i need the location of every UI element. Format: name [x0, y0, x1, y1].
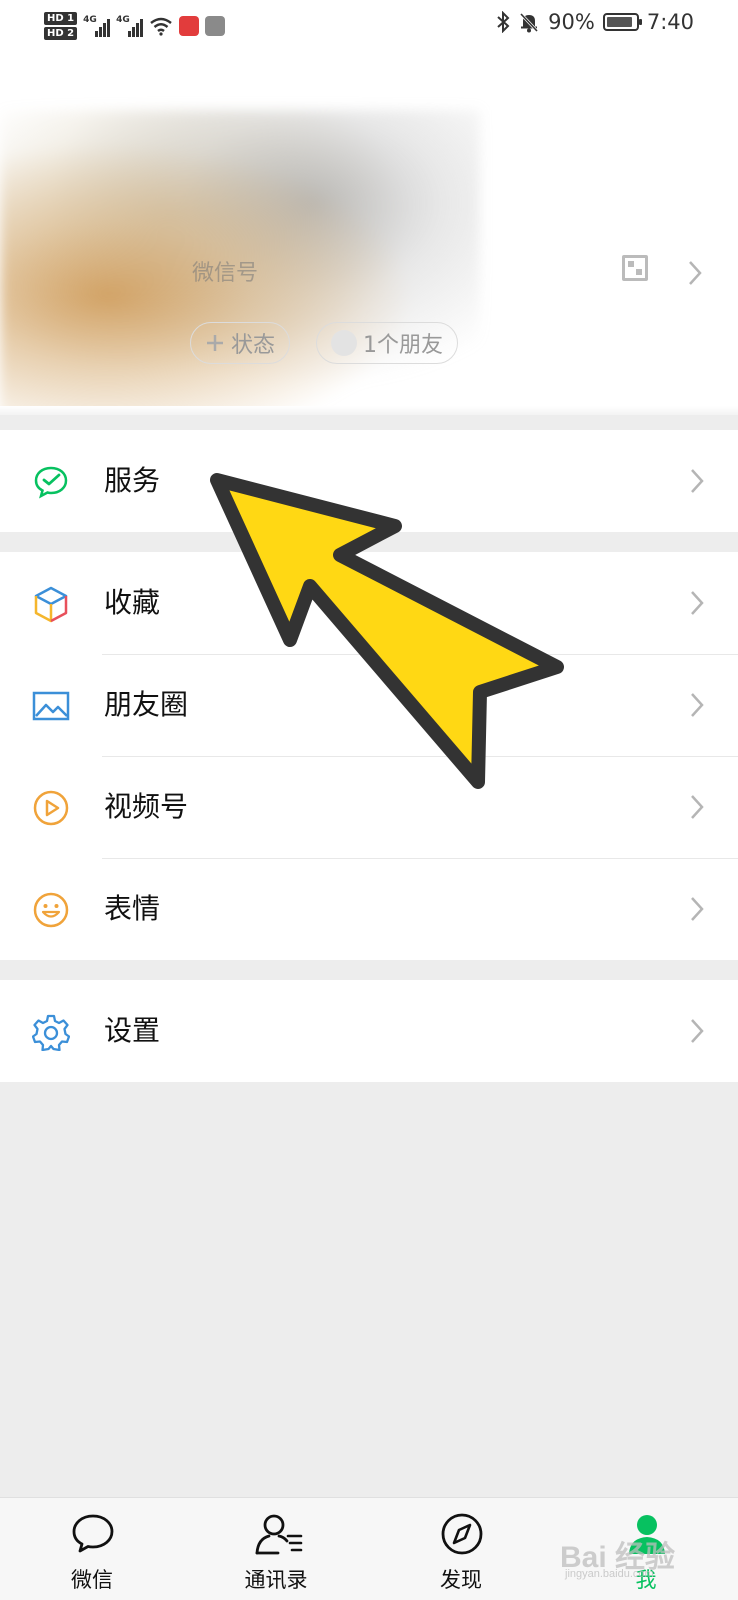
- tab-discover[interactable]: 发现: [401, 1498, 521, 1600]
- compass-icon: [441, 1513, 483, 1555]
- settings-gear-icon: [32, 1014, 70, 1051]
- menu-item-settings[interactable]: 设置: [0, 980, 738, 1082]
- hd-badge-2: HD 2: [44, 27, 78, 40]
- app-notification-icon: [205, 16, 226, 36]
- stickers-smile-icon: [33, 892, 69, 928]
- tab-contacts[interactable]: 通讯录: [216, 1498, 336, 1600]
- chevron-right-icon: [691, 795, 704, 819]
- tab-label: 发现: [440, 1568, 482, 1592]
- channels-play-icon: [33, 790, 69, 826]
- signal-icon-1: 4G: [83, 15, 111, 37]
- friends-status-pill[interactable]: 1个朋友: [316, 322, 458, 364]
- menu-item-label: 设置: [104, 1014, 161, 1047]
- tab-chats[interactable]: 微信: [32, 1498, 152, 1600]
- profile-header[interactable]: 微信号 状态 1个朋友: [0, 50, 738, 415]
- menu-item-label: 朋友圈: [104, 688, 189, 721]
- bluetooth-icon: [497, 11, 510, 33]
- service-check-icon: [34, 466, 68, 499]
- tab-label: 通讯录: [244, 1568, 308, 1592]
- battery-icon: [602, 13, 642, 31]
- wechat-id-label: 微信号: [192, 261, 259, 286]
- book-app-icon: [179, 16, 200, 36]
- wifi-icon: [150, 17, 172, 36]
- chevron-right-icon: [691, 693, 704, 717]
- tab-label: 微信: [71, 1568, 113, 1592]
- status-bar-right: 90% 7:40: [496, 10, 694, 34]
- status-bar: HD 1 HD 2 4G 4G 90% 7:40: [0, 0, 738, 50]
- baidu-watermark-url: jingyan.baidu.com: [565, 1568, 654, 1580]
- chevron-right-icon: [691, 591, 704, 615]
- mute-bell-icon: [520, 12, 539, 33]
- favorites-cube-icon: [34, 586, 68, 623]
- network-type-1: 4G: [83, 15, 97, 25]
- profile-chevron-right-icon: [689, 261, 702, 285]
- chevron-right-icon: [691, 897, 704, 921]
- plus-icon: [207, 335, 223, 351]
- chevron-right-icon: [691, 1019, 704, 1043]
- chevron-right-icon: [691, 469, 704, 493]
- network-type-2: 4G: [116, 15, 130, 25]
- battery-fill: [606, 17, 633, 27]
- menu-item-label: 视频号: [104, 790, 189, 823]
- contacts-person-icon: [255, 1514, 303, 1555]
- status-button[interactable]: 状态: [190, 322, 291, 364]
- qr-code-icon[interactable]: [622, 255, 648, 281]
- status-button-label: 状态: [231, 333, 276, 358]
- menu-section-settings: 设置: [0, 980, 738, 1082]
- menu-item-stickers[interactable]: 表情: [0, 858, 738, 960]
- hd-badge-1: HD 1: [44, 12, 78, 25]
- menu-item-label: 表情: [104, 892, 161, 925]
- menu-item-label: 收藏: [104, 586, 161, 619]
- moments-picture-icon: [32, 691, 70, 721]
- signal-icon-2: 4G: [116, 15, 144, 37]
- friend-avatar: [331, 330, 357, 356]
- status-bar-left: HD 1 HD 2 4G 4G: [44, 6, 226, 46]
- menu-item-label: 服务: [104, 464, 161, 497]
- battery-percent: 90%: [548, 10, 595, 34]
- clock: 7:40: [646, 10, 694, 34]
- friends-count-label: 1个朋友: [363, 333, 443, 358]
- chat-bubble-icon: [72, 1514, 114, 1553]
- annotation-arrow: [210, 473, 564, 789]
